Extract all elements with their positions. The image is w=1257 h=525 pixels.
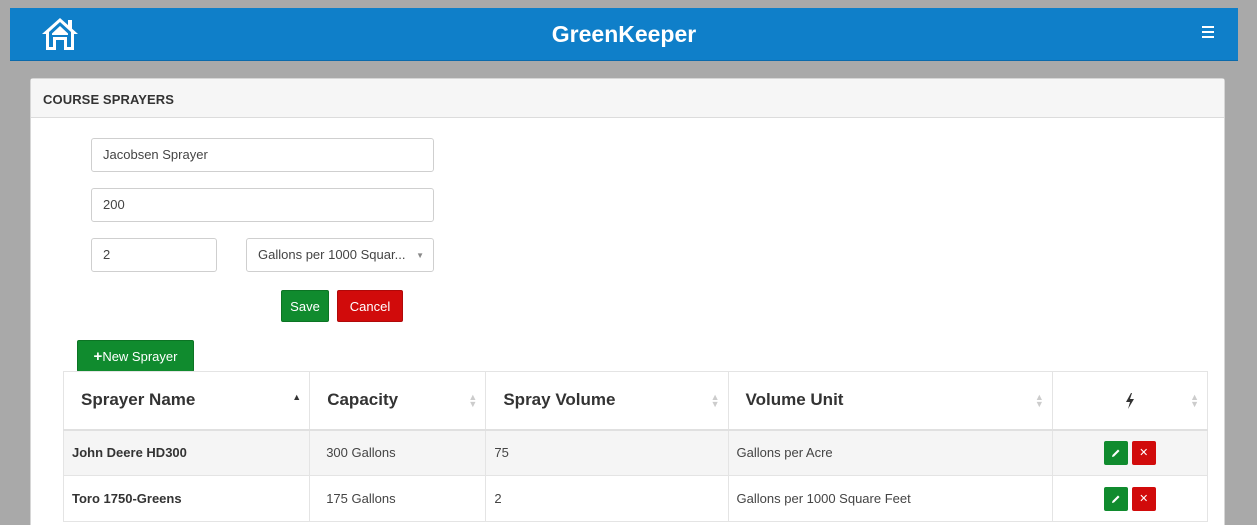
sprayers-table: Sprayer Name ▲ Capacity ▲ ▼ Spray Volume … xyxy=(62,371,1209,522)
plus-icon: + xyxy=(93,348,103,365)
hamburger-menu-icon[interactable] xyxy=(1202,26,1214,40)
table-row: John Deere HD300 300 Gallons 75 Gallons … xyxy=(62,429,1209,476)
cell-actions: ✕ xyxy=(1051,429,1209,476)
column-header-volume-unit[interactable]: Volume Unit ▲ ▼ xyxy=(727,371,1053,431)
new-sprayer-label: New Sprayer xyxy=(102,349,178,364)
cell-sprayer-name: Toro 1750-Greens xyxy=(62,475,311,522)
cell-volume-unit: Gallons per 1000 Square Feet xyxy=(727,475,1053,522)
column-label: Sprayer Name xyxy=(81,390,196,410)
column-header-spray-volume[interactable]: Spray Volume ▲ ▼ xyxy=(485,371,729,431)
dropdown-caret-icon: ▼ xyxy=(416,251,424,260)
sort-icon: ▲ ▼ xyxy=(1190,392,1199,409)
table-row: Toro 1750-Greens 175 Gallons 2 Gallons p… xyxy=(62,475,1209,522)
close-icon: ✕ xyxy=(1139,446,1149,459)
sort-icon: ▲ ▼ xyxy=(1034,392,1044,409)
app-title: GreenKeeper xyxy=(551,21,697,47)
column-header-sprayer-name[interactable]: Sprayer Name ▲ xyxy=(62,371,311,431)
save-button[interactable]: Save xyxy=(281,290,329,322)
column-header-actions[interactable]: ▲ ▼ xyxy=(1051,371,1209,431)
sprayer-name-input[interactable]: Jacobsen Sprayer xyxy=(91,138,434,172)
new-sprayer-button[interactable]: +New Sprayer xyxy=(77,340,194,372)
pencil-icon xyxy=(1112,495,1120,503)
column-label: Spray Volume xyxy=(503,390,616,410)
pencil-icon xyxy=(1112,449,1120,457)
delete-button[interactable]: ✕ xyxy=(1131,440,1156,465)
column-header-capacity[interactable]: Capacity ▲ ▼ xyxy=(309,371,487,431)
spray-volume-input[interactable]: 2 xyxy=(91,238,217,272)
cell-actions: ✕ xyxy=(1051,475,1209,522)
sort-icon: ▲ ▼ xyxy=(710,392,720,409)
panel-heading: COURSE SPRAYERS xyxy=(31,79,1224,118)
cell-spray-volume: 2 xyxy=(485,475,729,522)
volume-unit-select[interactable]: Gallons per 1000 Squar... ▼ xyxy=(246,238,434,272)
sort-ascending-icon: ▲ xyxy=(292,392,302,402)
lightning-bolt-icon xyxy=(1125,390,1135,409)
cell-sprayer-name: John Deere HD300 xyxy=(62,429,311,476)
close-icon: ✕ xyxy=(1139,492,1149,505)
sort-icon: ▲ ▼ xyxy=(468,392,478,409)
column-label: Capacity xyxy=(327,390,399,410)
delete-button[interactable]: ✕ xyxy=(1131,486,1156,511)
cell-capacity: 175 Gallons xyxy=(309,475,487,522)
edit-button[interactable] xyxy=(1104,486,1129,511)
cancel-button[interactable]: Cancel xyxy=(337,290,403,322)
cell-capacity: 300 Gallons xyxy=(309,429,487,476)
cell-spray-volume: 75 xyxy=(485,429,729,476)
edit-button[interactable] xyxy=(1104,440,1129,465)
top-navbar: GreenKeeper xyxy=(10,8,1238,61)
table-header-row: Sprayer Name ▲ Capacity ▲ ▼ Spray Volume … xyxy=(62,371,1209,431)
volume-unit-selected: Gallons per 1000 Squar... xyxy=(258,247,406,262)
capacity-input[interactable]: 200 xyxy=(91,188,434,222)
course-sprayers-panel: COURSE SPRAYERS Jacobsen Sprayer 200 2 G… xyxy=(30,78,1225,525)
column-label: Volume Unit xyxy=(745,390,844,410)
cell-volume-unit: Gallons per Acre xyxy=(727,429,1053,476)
